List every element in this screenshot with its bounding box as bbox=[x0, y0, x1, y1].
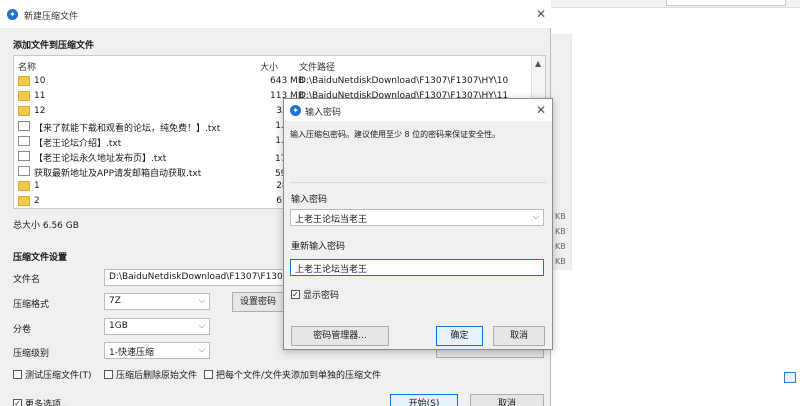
file-name: 12 bbox=[34, 106, 46, 116]
chevron-down-icon: ⌵ bbox=[198, 296, 205, 305]
size-unit: KB bbox=[555, 227, 566, 236]
explorer-search-box[interactable] bbox=[666, 0, 786, 6]
file-name: 1 bbox=[34, 181, 40, 191]
file-name: 【老王论坛介绍】.txt bbox=[34, 139, 122, 149]
cancel-button[interactable]: 取消 bbox=[470, 394, 544, 406]
volume-value: 1GB bbox=[109, 321, 128, 331]
checkbox-label: 显示密码 bbox=[303, 291, 340, 301]
size-unit: KB bbox=[555, 212, 566, 221]
size-unit: KB bbox=[555, 242, 566, 251]
checkbox-label: 更多选项... bbox=[25, 400, 70, 406]
text-file-icon bbox=[18, 166, 30, 176]
total-size: 总大小 6.56 GB bbox=[13, 221, 79, 231]
checkbox-label: 测试压缩文件(T) bbox=[25, 371, 92, 381]
text-file-icon bbox=[18, 136, 30, 146]
ok-button[interactable]: 确定 bbox=[436, 326, 483, 346]
volume-label: 分卷 bbox=[13, 325, 32, 335]
file-name: 10 bbox=[34, 76, 46, 86]
confirm-password-input[interactable]: 上老王论坛当老王 bbox=[290, 259, 544, 276]
checkbox-box[interactable] bbox=[204, 370, 213, 379]
checkbox-label: 把每个文件/文件夹添加到单独的压缩文件 bbox=[216, 371, 382, 381]
level-select[interactable]: 1-快速压缩 ⌵ bbox=[104, 342, 210, 359]
password-hint: 输入压缩包密码。建议使用至少 8 位的密码来保证安全性。 bbox=[290, 130, 501, 139]
password-dialog-title: 输入密码 bbox=[305, 108, 342, 118]
chevron-down-icon: ⌵ bbox=[198, 321, 205, 330]
file-path: D:\BaiduNetdiskDownload\F1307\F1307\HY\1… bbox=[299, 76, 509, 86]
password-title-bar: ✦ 输入密码 ✕ bbox=[284, 99, 552, 121]
chevron-down-icon: ⌵ bbox=[198, 345, 205, 354]
format-value: 7Z bbox=[109, 296, 121, 306]
show-password-checkbox[interactable]: ✓ 显示密码 bbox=[291, 288, 339, 301]
start-button[interactable]: 开始(S) bbox=[390, 394, 458, 406]
column-name[interactable]: 名称 bbox=[18, 60, 36, 73]
settings-section-title: 压缩文件设置 bbox=[13, 253, 68, 263]
file-row[interactable]: 10 643 MB D:\BaiduNetdiskDownload\F1307\… bbox=[14, 74, 532, 89]
close-icon[interactable]: ✕ bbox=[536, 103, 546, 117]
format-select[interactable]: 7Z ⌵ bbox=[104, 293, 210, 310]
text-file-icon bbox=[18, 121, 30, 131]
password-manager-button[interactable]: 密码管理器... bbox=[291, 326, 389, 346]
folder-icon bbox=[18, 91, 30, 101]
add-files-section-title: 添加文件到压缩文件 bbox=[13, 41, 95, 51]
checkbox-label: 压缩后删除原始文件 bbox=[116, 371, 198, 381]
file-name: 【来了就能下载和观看的论坛，纯免费！】.txt bbox=[34, 124, 221, 134]
separate-archives-checkbox[interactable]: 把每个文件/文件夹添加到单独的压缩文件 bbox=[204, 368, 381, 381]
folder-icon bbox=[18, 181, 30, 191]
checkbox-box[interactable] bbox=[13, 370, 22, 379]
file-list-header: 名称 大小 文件路径 bbox=[14, 56, 532, 74]
column-size[interactable]: 大小 bbox=[260, 60, 278, 73]
test-archive-checkbox[interactable]: 测试压缩文件(T) bbox=[13, 368, 92, 381]
file-name: 获取最新地址及APP请发邮箱自动获取.txt bbox=[34, 169, 202, 179]
filename-label: 文件名 bbox=[13, 275, 41, 285]
folder-icon bbox=[18, 76, 30, 86]
folder-icon bbox=[18, 196, 30, 206]
delete-after-checkbox[interactable]: 压缩后删除原始文件 bbox=[104, 368, 197, 381]
column-path[interactable]: 文件路径 bbox=[299, 60, 335, 73]
password-input[interactable]: 上老王论坛当老王 ⌵ bbox=[290, 209, 544, 226]
file-name: 2 bbox=[34, 196, 40, 206]
level-value: 1-快速压缩 bbox=[109, 348, 154, 358]
title-bar: ✦ 新建压缩文件 ✕ bbox=[0, 0, 551, 28]
details-view-icon[interactable] bbox=[784, 372, 796, 383]
size-unit: KB bbox=[555, 257, 566, 266]
checkbox-box[interactable]: ✓ bbox=[291, 290, 300, 299]
level-label: 压缩级别 bbox=[13, 349, 50, 359]
password-dialog: ✦ 输入密码 ✕ 输入压缩包密码。建议使用至少 8 位的密码来保证安全性。 输入… bbox=[283, 98, 553, 350]
checkbox-box[interactable]: ✓ bbox=[13, 399, 22, 406]
chevron-down-icon[interactable]: ⌵ bbox=[533, 212, 539, 222]
volume-select[interactable]: 1GB ⌵ bbox=[104, 318, 210, 335]
close-icon[interactable]: ✕ bbox=[536, 7, 546, 21]
password-cancel-button[interactable]: 取消 bbox=[493, 326, 545, 346]
password-label: 输入密码 bbox=[291, 195, 328, 205]
format-label: 压缩格式 bbox=[13, 300, 50, 310]
divider bbox=[290, 182, 546, 183]
filename-input[interactable]: D:\BaiduNetdiskDownload\F1307\F1307\HY bbox=[104, 269, 284, 286]
dialog-title: 新建压缩文件 bbox=[24, 12, 79, 22]
checkbox-box[interactable] bbox=[104, 370, 113, 379]
file-name: 11 bbox=[34, 91, 46, 101]
more-options-checkbox[interactable]: ✓ 更多选项... bbox=[13, 397, 70, 406]
file-name: 【老王论坛永久地址发布页】.txt bbox=[34, 154, 167, 164]
set-password-button[interactable]: 设置密码 bbox=[232, 292, 284, 312]
folder-icon bbox=[18, 106, 30, 116]
confirm-password-label: 重新输入密码 bbox=[291, 242, 346, 252]
app-logo-icon: ✦ bbox=[290, 105, 301, 116]
password-value: 上老王论坛当老王 bbox=[295, 215, 368, 225]
text-file-icon bbox=[18, 151, 30, 161]
app-logo-icon: ✦ bbox=[7, 9, 18, 20]
scroll-up-icon[interactable]: ▲ bbox=[535, 59, 541, 68]
